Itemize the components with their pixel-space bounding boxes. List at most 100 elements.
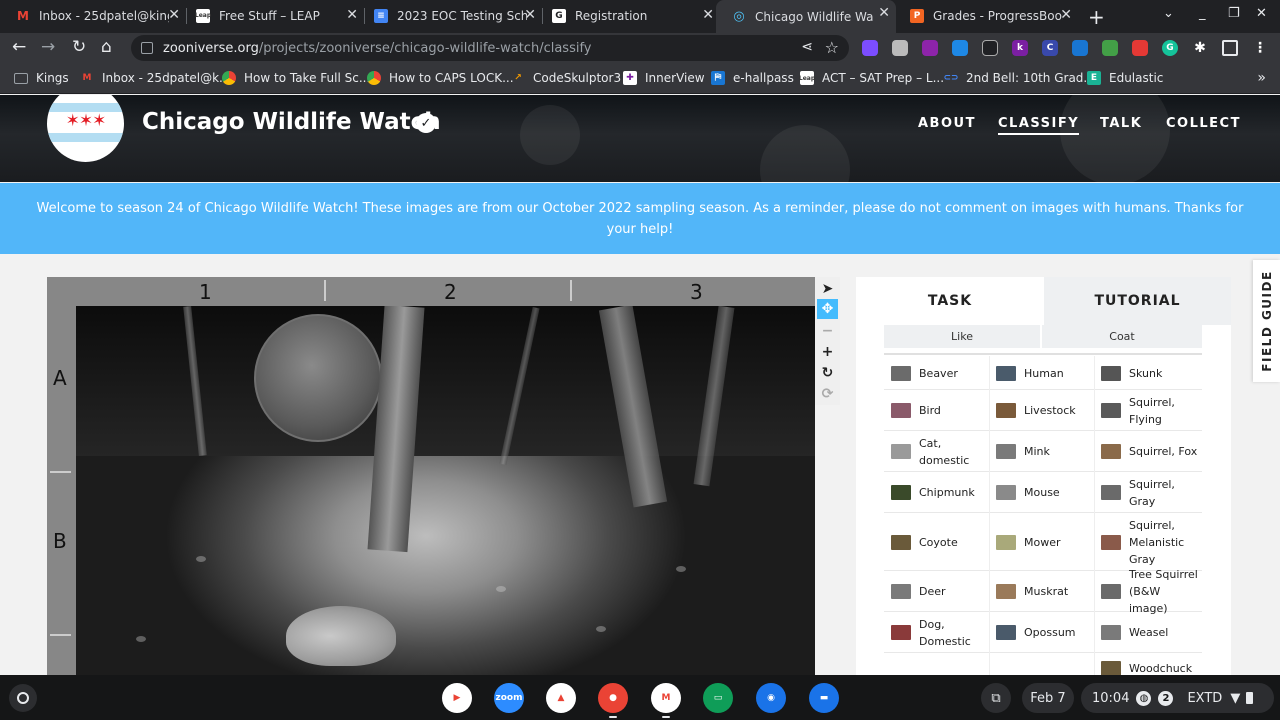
species-choice-button[interactable]: Woodchuck	[1094, 653, 1199, 675]
tab-registration[interactable]: G Registration ✕	[536, 2, 720, 29]
close-icon[interactable]: ✕	[524, 7, 536, 23]
species-choice-button[interactable]: Squirrel, Gray	[1094, 472, 1199, 513]
bookmark-item[interactable]: ⛿ e-hallpass	[711, 71, 794, 85]
site-info-icon[interactable]	[141, 42, 153, 54]
new-tab-icon[interactable]: +	[1088, 5, 1105, 29]
reload-icon[interactable]: ↻	[72, 37, 86, 57]
zoom-in-icon[interactable]: +	[817, 342, 838, 362]
tab-progressbook[interactable]: P Grades - ProgressBook ✕	[894, 2, 1078, 29]
classroom-icon[interactable]: ▭	[703, 683, 733, 713]
restore-icon[interactable]: ❐	[1228, 6, 1240, 21]
species-choice-button[interactable]: Mower	[989, 513, 1094, 571]
extension-icon[interactable]	[1072, 40, 1088, 56]
tab-gmail[interactable]: M Inbox - 25dpatel@kings ✕	[0, 2, 186, 29]
tab-chicago-wildlife-watch[interactable]: ◎ Chicago Wildlife Watch ✕	[716, 0, 896, 33]
move-tool-icon[interactable]: ✥	[817, 299, 838, 319]
species-choice-button[interactable]: Opossum	[989, 612, 1094, 653]
share-icon[interactable]: ⋖	[801, 39, 813, 55]
species-choice-button[interactable]: Weasel	[1094, 612, 1199, 653]
home-icon[interactable]: ⌂	[101, 37, 112, 57]
tab-tutorial[interactable]: TUTORIAL	[1044, 277, 1231, 325]
species-choice-button[interactable]: Squirrel, Fox	[1094, 431, 1199, 472]
extension-icon[interactable]	[892, 40, 908, 56]
species-choice-button[interactable]: Muskrat	[989, 571, 1094, 612]
pointer-tool-icon[interactable]: ➤	[817, 279, 838, 299]
nav-collect[interactable]: COLLECT	[1166, 116, 1241, 131]
menu-icon[interactable]: ⋮	[1252, 40, 1268, 56]
zoom-icon[interactable]: zoom	[494, 683, 524, 713]
tab-leap[interactable]: Leap Free Stuff – LEAP ✕	[180, 2, 364, 29]
chrome-icon[interactable]: ●	[598, 683, 628, 713]
extension-icon[interactable]	[982, 40, 998, 56]
back-icon[interactable]: ←	[12, 37, 26, 57]
bookmark-item[interactable]: ⊂⊃ 2nd Bell: 10th Grad...	[943, 71, 1094, 85]
more-bookmarks-icon[interactable]: »	[1257, 70, 1266, 86]
bookmark-item[interactable]: ✚ InnerView	[623, 71, 705, 85]
extension-icon[interactable]	[1132, 40, 1148, 56]
nav-classify[interactable]: CLASSIFY	[998, 116, 1080, 135]
species-choice-button[interactable]: Squirrel, Flying	[1094, 390, 1199, 431]
subject-viewer[interactable]: 1 2 3 A B	[47, 277, 815, 675]
species-choice-button[interactable]: Mink	[989, 431, 1094, 472]
launcher-icon[interactable]	[9, 684, 37, 712]
species-choice-button[interactable]: Cat, domestic	[884, 431, 989, 472]
close-icon[interactable]: ✕	[168, 7, 180, 23]
tab-task[interactable]: TASK	[856, 277, 1044, 325]
species-choice-button[interactable]: Livestock	[989, 390, 1094, 431]
camera-trap-image[interactable]	[76, 306, 815, 675]
address-bar[interactable]: zooniverse.org/projects/zooniverse/chica…	[131, 35, 849, 61]
filter-like-button[interactable]: Like	[884, 325, 1040, 348]
forward-icon[interactable]: →	[41, 37, 55, 57]
tab-search-icon[interactable]: ⌄	[1163, 6, 1174, 21]
close-icon[interactable]: ✕	[1060, 7, 1072, 23]
species-choice-button[interactable]: Mouse	[989, 472, 1094, 513]
files-icon[interactable]: ▬	[809, 683, 839, 713]
close-window-icon[interactable]: ✕	[1256, 6, 1267, 21]
species-choice-button[interactable]: Deer	[884, 571, 989, 612]
species-choice-button[interactable]: Bird	[884, 390, 989, 431]
extension-icon[interactable]	[1102, 40, 1118, 56]
bookmark-item[interactable]: E Edulastic	[1087, 71, 1163, 85]
nav-talk[interactable]: TALK	[1100, 116, 1142, 131]
extension-icon[interactable]	[922, 40, 938, 56]
rotate-icon[interactable]: ↻	[817, 363, 838, 383]
bookmark-item[interactable]: M Inbox - 25dpatel@k...	[80, 71, 231, 85]
species-choice-button[interactable]: Beaver	[884, 356, 989, 390]
bookmark-item[interactable]: ↗ CodeSkulptor3	[511, 71, 621, 85]
species-choice-button[interactable]: Tree Squirrel (B&W image)	[1094, 568, 1199, 615]
species-choice-button[interactable]: Coyote	[884, 513, 989, 571]
date-display[interactable]: Feb 7	[1022, 683, 1074, 713]
tab-eoc-doc[interactable]: ≡ 2023 EOC Testing Sche ✕	[358, 2, 542, 29]
species-choice-button[interactable]: Chipmunk	[884, 472, 989, 513]
extension-icon[interactable]	[952, 40, 968, 56]
system-tray[interactable]: 10:04 ◍ 2 EXTD ▼	[1081, 683, 1274, 713]
field-guide-button[interactable]: FIELD GUIDE	[1253, 260, 1280, 382]
close-icon[interactable]: ✕	[346, 7, 358, 23]
nav-about[interactable]: ABOUT	[918, 116, 976, 131]
close-icon[interactable]: ✕	[702, 7, 714, 23]
species-choice-button[interactable]: Skunk	[1094, 356, 1199, 390]
species-choice-button[interactable]: Dog, Domestic	[884, 612, 989, 653]
camera-icon[interactable]: ◉	[756, 683, 786, 713]
minimize-icon[interactable]: _	[1199, 6, 1206, 21]
bookmark-star-icon[interactable]: ☆	[825, 38, 839, 57]
screenshot-icon[interactable]: ⧉	[981, 683, 1011, 713]
close-icon[interactable]: ✕	[878, 5, 890, 21]
gmail-icon[interactable]: M	[651, 683, 681, 713]
species-choice-button[interactable]: Human	[989, 356, 1094, 390]
zoom-out-icon[interactable]: −	[817, 321, 838, 341]
extension-icon[interactable]: k	[1012, 40, 1028, 56]
extension-icon[interactable]: C	[1042, 40, 1058, 56]
bookmark-item[interactable]: Kings	[14, 71, 69, 85]
play-store-icon[interactable]: ▶	[442, 683, 472, 713]
species-choice-button[interactable]: Squirrel, Melanistic Gray	[1094, 513, 1199, 571]
extensions-puzzle-icon[interactable]: ✱	[1192, 40, 1208, 56]
side-panel-icon[interactable]	[1222, 40, 1238, 56]
bookmark-item[interactable]: Leap ACT – SAT Prep – L...	[799, 71, 944, 85]
bookmark-item[interactable]: How to CAPS LOCK...	[367, 71, 514, 85]
grammarly-icon[interactable]: G	[1162, 40, 1178, 56]
reset-icon[interactable]: ⟳	[817, 384, 838, 404]
extension-icon[interactable]	[862, 40, 878, 56]
project-logo[interactable]: ✶✶✶	[47, 95, 124, 162]
filter-coat-button[interactable]: Coat	[1042, 325, 1202, 348]
